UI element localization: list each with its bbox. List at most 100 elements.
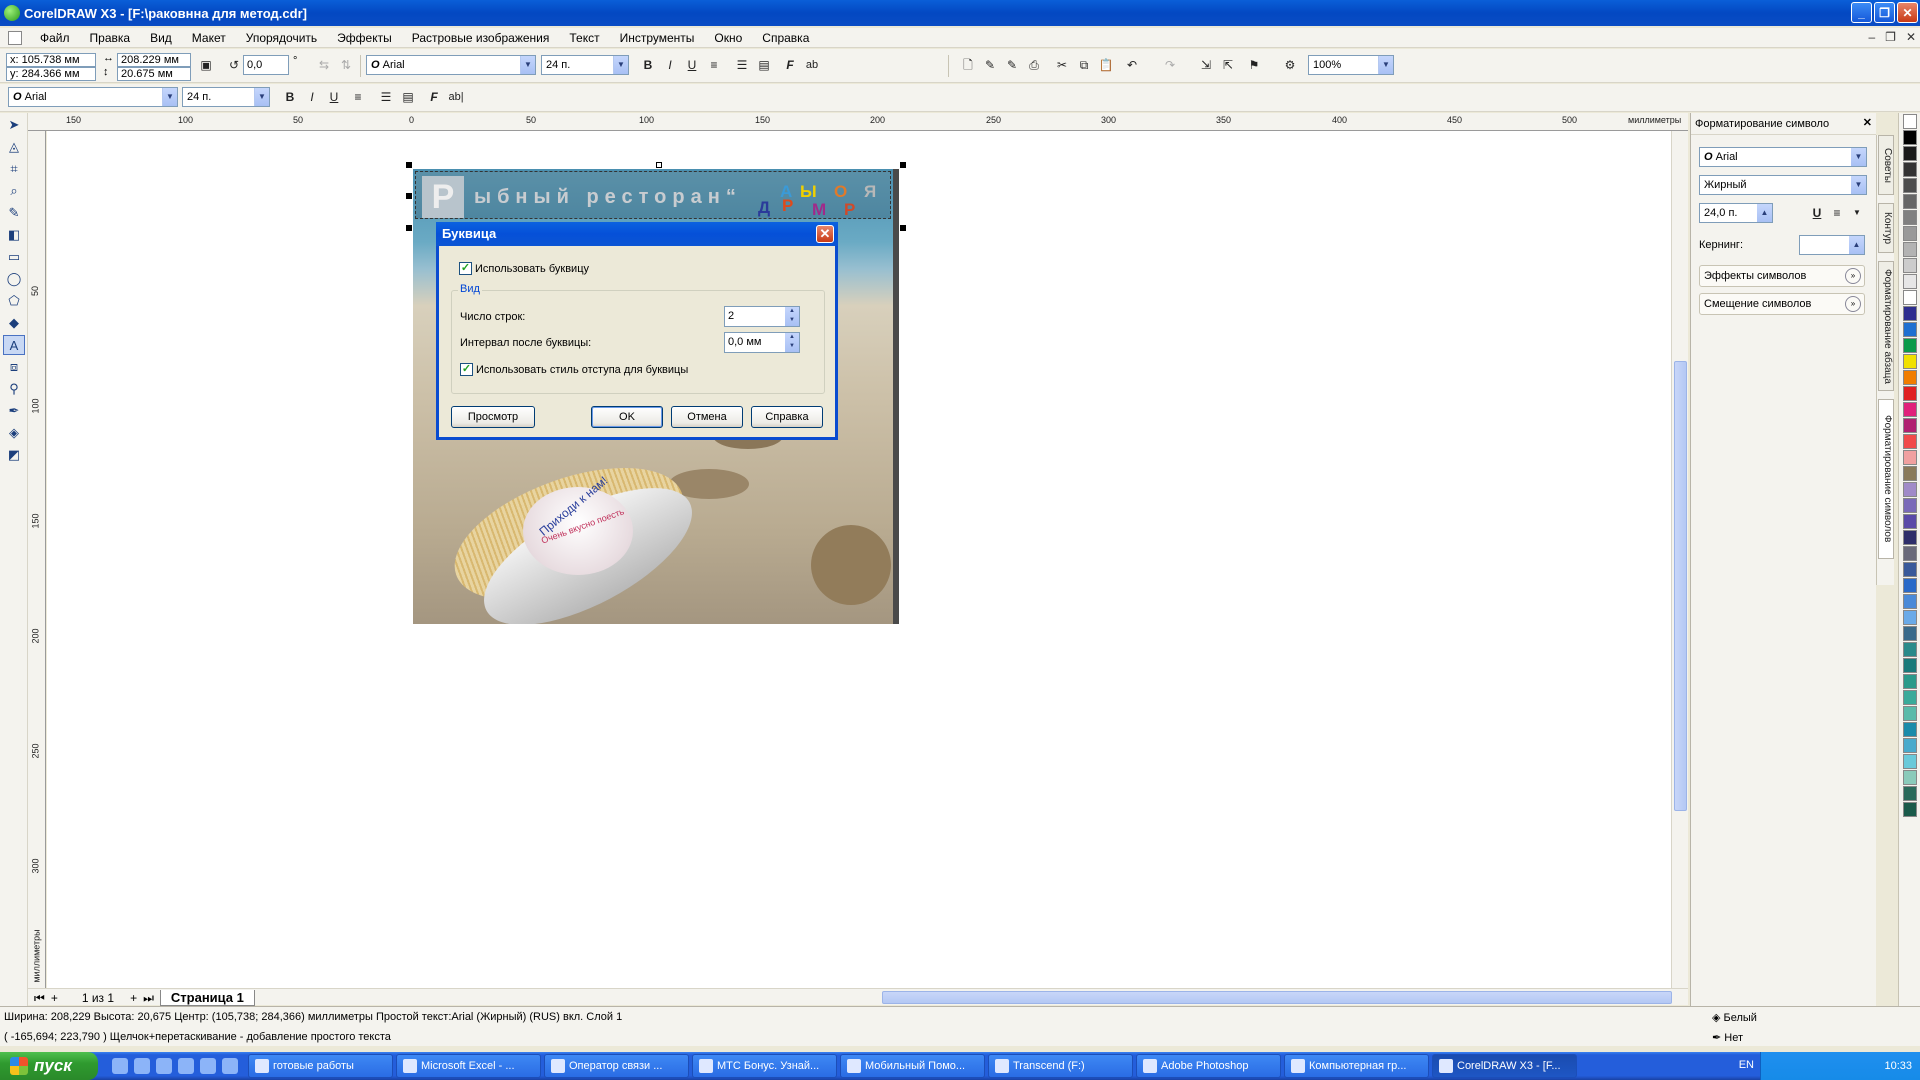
vertical-scrollbar[interactable] <box>1671 131 1688 989</box>
tab-outline[interactable]: Контур <box>1878 203 1894 253</box>
menu-tools[interactable]: Инструменты <box>610 31 705 45</box>
docker-size-field[interactable]: 24,0 п. ▲ <box>1699 203 1773 223</box>
color-swatch[interactable] <box>1902 162 1917 177</box>
menu-arrange[interactable]: Упорядочить <box>236 31 327 45</box>
menu-view[interactable]: Вид <box>140 31 182 45</box>
chevron-down-icon[interactable]: ▼ <box>1851 176 1866 194</box>
export-icon[interactable]: ⇱ <box>1218 55 1238 75</box>
color-swatch[interactable] <box>1902 274 1917 289</box>
text-align-icon[interactable]: ≡ <box>348 87 368 107</box>
font-combo[interactable]: O Arial ▼ <box>366 55 536 75</box>
dialog-close-button[interactable]: ✕ <box>816 225 834 243</box>
outline-tool-icon[interactable]: ✒ <box>3 401 25 421</box>
open-icon[interactable]: ✎ <box>980 55 1000 75</box>
paste-icon[interactable]: 📋 <box>1096 55 1116 75</box>
add-page-icon[interactable]: + <box>51 991 58 1005</box>
mirror-v-icon[interactable]: ⇅ <box>336 55 356 75</box>
task-button[interactable]: Мобильный Помо... <box>840 1054 985 1078</box>
color-swatch[interactable] <box>1902 210 1917 225</box>
cut-icon[interactable]: ✂ <box>1052 55 1072 75</box>
menu-window[interactable]: Окно <box>704 31 752 45</box>
color-swatch[interactable] <box>1902 114 1917 129</box>
spinner-icon[interactable]: ▲ <box>1849 236 1864 254</box>
color-swatch[interactable] <box>1902 370 1917 385</box>
selection-handle[interactable] <box>900 225 906 231</box>
basic-shapes-icon[interactable]: ◆ <box>3 313 25 333</box>
color-swatch[interactable] <box>1902 418 1917 433</box>
color-swatch[interactable] <box>1902 610 1917 625</box>
selection-handle[interactable] <box>406 193 412 199</box>
text-bullets-icon[interactable]: ☰ <box>376 87 396 107</box>
drawing-canvas[interactable]: Приходи к нам! Очень вкусно поесть Р ыбн… <box>47 131 1671 989</box>
task-button[interactable]: готовые работы <box>248 1054 393 1078</box>
excel-icon[interactable] <box>112 1058 128 1074</box>
doc-restore-icon[interactable]: ❐ <box>1885 30 1896 44</box>
smart-fill-icon[interactable]: ◧ <box>3 225 25 245</box>
vertical-ruler[interactable]: 50 100 150 200 250 300 миллиметры <box>28 131 46 989</box>
docker-font-combo[interactable]: O Arial ▼ <box>1699 147 1867 167</box>
color-swatch[interactable] <box>1902 642 1917 657</box>
color-swatch[interactable] <box>1902 242 1917 257</box>
selection-handle[interactable] <box>406 162 412 168</box>
outline-status[interactable]: ✒ Нет <box>1712 1031 1743 1044</box>
selection-handle[interactable] <box>900 162 906 168</box>
horizontal-scroll-thumb[interactable] <box>882 991 1672 1004</box>
color-swatch[interactable] <box>1902 690 1917 705</box>
color-swatch[interactable] <box>1902 290 1917 305</box>
doc-minimize-icon[interactable]: – <box>1868 30 1875 44</box>
selection-handle[interactable] <box>656 162 662 168</box>
help-button[interactable]: Справка <box>751 406 823 428</box>
task-button[interactable]: Компьютерная гр... <box>1284 1054 1429 1078</box>
color-swatch[interactable] <box>1902 722 1917 737</box>
dropcap-icon[interactable]: ▤ <box>754 55 774 75</box>
copy-icon[interactable]: ⧉ <box>1074 55 1094 75</box>
first-page-icon[interactable]: ⏮ <box>34 991 45 1006</box>
scroll-thumb[interactable] <box>1674 361 1687 811</box>
import-icon[interactable]: ⇲ <box>1196 55 1216 75</box>
color-swatch[interactable] <box>1902 338 1917 353</box>
spinner-arrows-icon[interactable]: ▲ ▼ <box>785 307 799 326</box>
doc-close-icon[interactable]: ✕ <box>1906 30 1916 44</box>
spinner-arrows-icon[interactable]: ▲ ▼ <box>785 333 799 352</box>
text-dropcap-icon[interactable]: ▤ <box>398 87 418 107</box>
mail-icon[interactable] <box>156 1058 172 1074</box>
task-button[interactable]: МТС Бонус. Узнай... <box>692 1054 837 1078</box>
fill-tool-icon[interactable]: ◈ <box>3 423 25 443</box>
selection-handle[interactable] <box>406 225 412 231</box>
firefox-icon[interactable] <box>200 1058 216 1074</box>
polygon-tool-icon[interactable]: ⬠ <box>3 291 25 311</box>
text-bold-button[interactable]: B <box>280 87 300 107</box>
menu-file[interactable]: Файл <box>30 31 80 45</box>
edit-text-icon[interactable]: ab <box>802 55 822 75</box>
explorer-icon[interactable] <box>222 1058 238 1074</box>
new-icon[interactable]: 🗋 <box>958 55 978 75</box>
color-swatch[interactable] <box>1902 482 1917 497</box>
text-font-combo[interactable]: O Arial ▼ <box>8 87 178 107</box>
color-swatch[interactable] <box>1902 226 1917 241</box>
color-swatch[interactable] <box>1902 514 1917 529</box>
color-swatch[interactable] <box>1902 658 1917 673</box>
height-field[interactable]: 20.675 мм <box>117 67 191 81</box>
bold-button[interactable]: B <box>638 55 658 75</box>
tab-paragraph[interactable]: Форматирование абзаца <box>1878 261 1894 391</box>
color-swatch[interactable] <box>1902 354 1917 369</box>
page-tab[interactable]: Страница 1 <box>159 990 255 1006</box>
color-swatch[interactable] <box>1902 306 1917 321</box>
color-swatch[interactable] <box>1902 786 1917 801</box>
menu-effects[interactable]: Эффекты <box>327 31 402 45</box>
color-swatch[interactable] <box>1902 802 1917 817</box>
color-swatch[interactable] <box>1902 130 1917 145</box>
y-position-field[interactable]: y: 284.366 мм <box>6 67 96 81</box>
headline-frame[interactable]: Р ыбный ресторан“ А Д Р Ы М О Р Я <box>415 171 891 219</box>
color-swatch[interactable] <box>1902 674 1917 689</box>
format-text-icon[interactable]: F <box>780 55 800 75</box>
ellipse-tool-icon[interactable]: ◯ <box>3 269 25 289</box>
char-offset-section[interactable]: Смещение символов » <box>1699 293 1865 315</box>
text-tool-icon[interactable]: A <box>3 335 25 355</box>
chevron-down-icon[interactable]: ▼ <box>520 56 535 74</box>
color-swatch[interactable] <box>1902 626 1917 641</box>
fill-status[interactable]: ◈ Белый <box>1712 1011 1757 1024</box>
docker-close-icon[interactable]: ✕ <box>1863 116 1872 129</box>
docker-underline-button[interactable]: U <box>1807 203 1827 223</box>
color-swatch[interactable] <box>1902 450 1917 465</box>
